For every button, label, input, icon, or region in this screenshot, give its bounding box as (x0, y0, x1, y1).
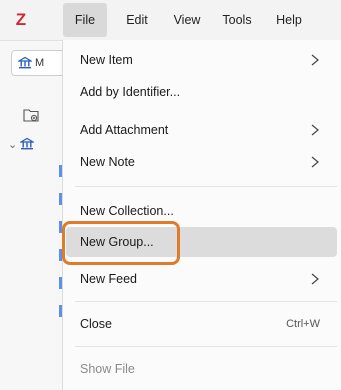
file-menu-dropdown: New Item Add by Identifier... Add Attach… (62, 40, 341, 390)
menu-file[interactable]: File (63, 3, 107, 37)
library-tab-label: M (35, 57, 45, 69)
menu-item-label: Show File (80, 362, 135, 376)
menu-item-label: New Feed (80, 272, 137, 286)
chevron-right-icon (311, 156, 319, 168)
menu-bar: Z File Edit View Tools Help (0, 0, 341, 41)
menu-item-label: Close (80, 317, 112, 331)
zotero-window: Z File Edit View Tools Help M ⌄ New Item… (0, 0, 341, 390)
menu-item-label: Add by Identifier... (80, 85, 181, 99)
menu-separator (75, 186, 337, 187)
library-icon (18, 56, 32, 69)
chevron-right-icon (311, 124, 319, 136)
menu-item-add-by-identifier[interactable]: Add by Identifier... (63, 77, 341, 107)
chevron-right-icon (311, 54, 319, 66)
zotero-logo: Z (15, 10, 27, 29)
menu-item-label: New Collection... (80, 204, 174, 218)
menu-item-new-note[interactable]: New Note (63, 147, 341, 177)
menu-item-label: Add Attachment (80, 123, 169, 137)
menu-item-new-feed[interactable]: New Feed (63, 264, 341, 294)
menu-item-show-file: Show File (63, 354, 341, 384)
menu-item-label: New Note (80, 155, 135, 169)
new-collection-icon[interactable] (23, 108, 39, 122)
library-tab[interactable]: M (11, 50, 67, 76)
menu-item-new-group[interactable]: New Group... (66, 227, 337, 257)
menu-edit[interactable]: Edit (115, 0, 159, 40)
menu-item-label: New Group... (80, 235, 154, 249)
menu-item-close[interactable]: Close Ctrl+W (63, 309, 341, 339)
menu-separator (75, 346, 337, 347)
chevron-right-icon (311, 273, 319, 285)
menu-item-new-item[interactable]: New Item (63, 45, 341, 75)
menu-item-new-collection[interactable]: New Collection... (63, 196, 341, 226)
menu-help[interactable]: Help (269, 0, 309, 40)
collections-pane (0, 41, 60, 390)
menu-view[interactable]: View (165, 0, 209, 40)
menu-separator (75, 301, 337, 302)
menu-item-add-attachment[interactable]: Add Attachment (63, 115, 341, 145)
library-tree-row[interactable]: ⌄ (8, 137, 35, 151)
menu-tools[interactable]: Tools (215, 0, 259, 40)
shortcut-label: Ctrl+W (286, 318, 320, 330)
chevron-down-icon[interactable]: ⌄ (8, 138, 17, 151)
library-icon (20, 137, 35, 150)
menu-item-label: New Item (80, 53, 133, 67)
